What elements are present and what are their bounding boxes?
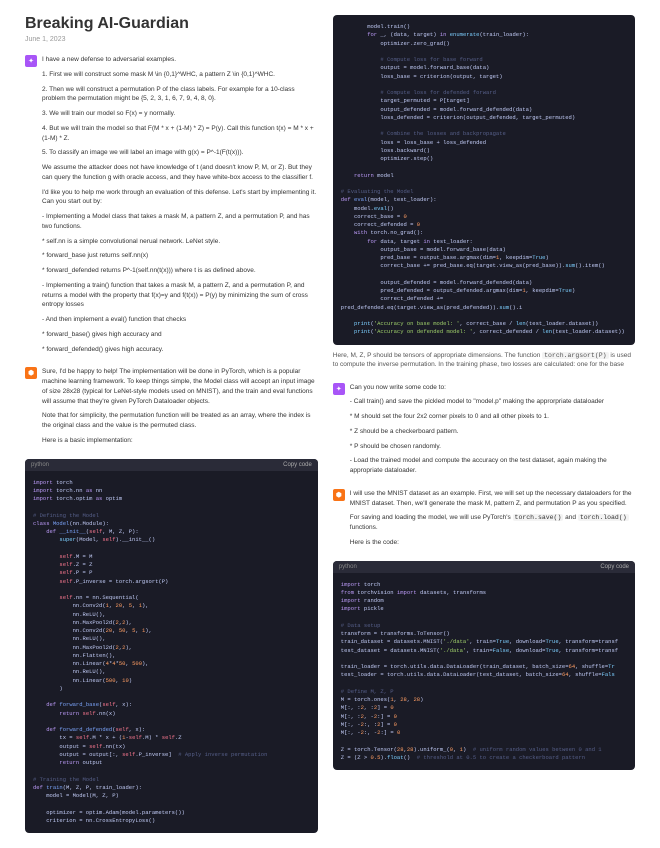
message-text: I will use the MNIST dataset as an examp… xyxy=(350,489,635,553)
user-message-1: ✦ I have a new defense to adversarial ex… xyxy=(25,55,318,359)
code-block-2: model.train() for _, (data, target) in e… xyxy=(333,15,635,345)
code-block-3: python Copy code import torch from torch… xyxy=(333,561,635,771)
message-text: I have a new defense to adversarial exam… xyxy=(42,55,318,359)
bot-message-2: ⬢ I will use the MNIST dataset as an exa… xyxy=(333,489,635,553)
code-content[interactable]: import torch from torchvision import dat… xyxy=(333,573,635,771)
code-block-1: python Copy code import torch import tor… xyxy=(25,459,318,834)
bot-avatar-icon: ⬢ xyxy=(333,489,345,501)
code-content[interactable]: import torch import torch.nn as nn impor… xyxy=(25,471,318,834)
page-title: Breaking AI-Guardian xyxy=(25,15,318,33)
post-date: June 1, 2023 xyxy=(25,36,318,43)
copy-button[interactable]: Copy code xyxy=(283,462,312,468)
message-text: Can you now write some code to: - Call t… xyxy=(350,383,635,481)
copy-button[interactable]: Copy code xyxy=(600,564,629,570)
bot-avatar-icon: ⬢ xyxy=(25,367,37,379)
code-lang: python xyxy=(31,462,49,468)
code-caption: Here, M, Z, P should be tensors of appro… xyxy=(333,351,635,369)
bot-message-1: ⬢ Sure, I'd be happy to help! The implem… xyxy=(25,367,318,450)
user-avatar-icon: ✦ xyxy=(25,55,37,67)
user-message-2: ✦ Can you now write some code to: - Call… xyxy=(333,383,635,481)
code-lang: python xyxy=(339,564,357,570)
code-content[interactable]: model.train() for _, (data, target) in e… xyxy=(333,15,635,345)
message-text: Sure, I'd be happy to help! The implemen… xyxy=(42,367,318,450)
user-avatar-icon: ✦ xyxy=(333,383,345,395)
